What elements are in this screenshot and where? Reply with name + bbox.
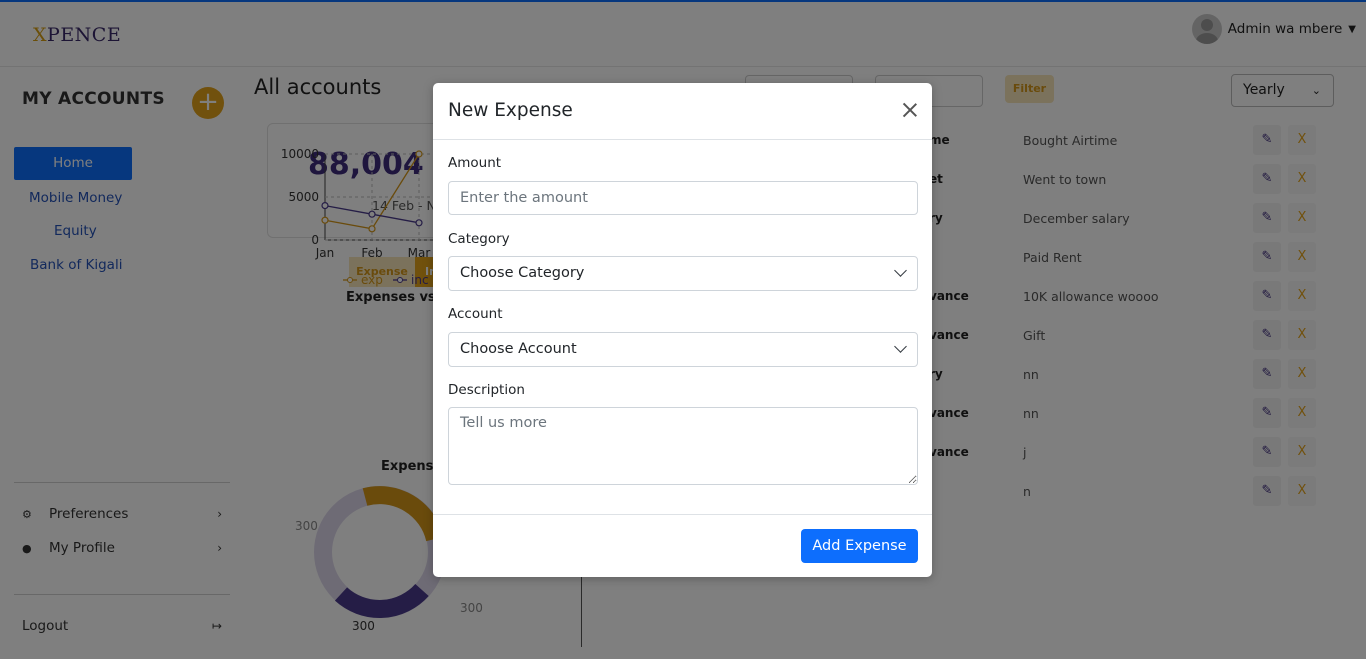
modal-title: New Expense	[448, 100, 573, 121]
modal-header: New Expense	[433, 83, 932, 140]
description-label: Description	[448, 382, 525, 398]
amount-input[interactable]	[448, 181, 918, 215]
account-select[interactable]: Choose Account	[448, 332, 918, 367]
add-expense-button[interactable]: Add Expense	[801, 529, 918, 563]
description-textarea[interactable]	[448, 407, 918, 485]
category-label: Category	[448, 231, 510, 247]
modal-footer: Add Expense	[433, 514, 932, 577]
close-icon[interactable]	[900, 100, 920, 120]
category-select[interactable]: Choose Category	[448, 256, 918, 291]
amount-label: Amount	[448, 155, 502, 171]
chevron-down-icon	[894, 264, 907, 277]
category-value: Choose Category	[460, 265, 585, 281]
chevron-down-icon	[894, 340, 907, 353]
account-value: Choose Account	[460, 341, 577, 357]
account-label: Account	[448, 306, 503, 322]
new-expense-modal: New Expense Amount Category Choose Categ…	[433, 83, 932, 577]
